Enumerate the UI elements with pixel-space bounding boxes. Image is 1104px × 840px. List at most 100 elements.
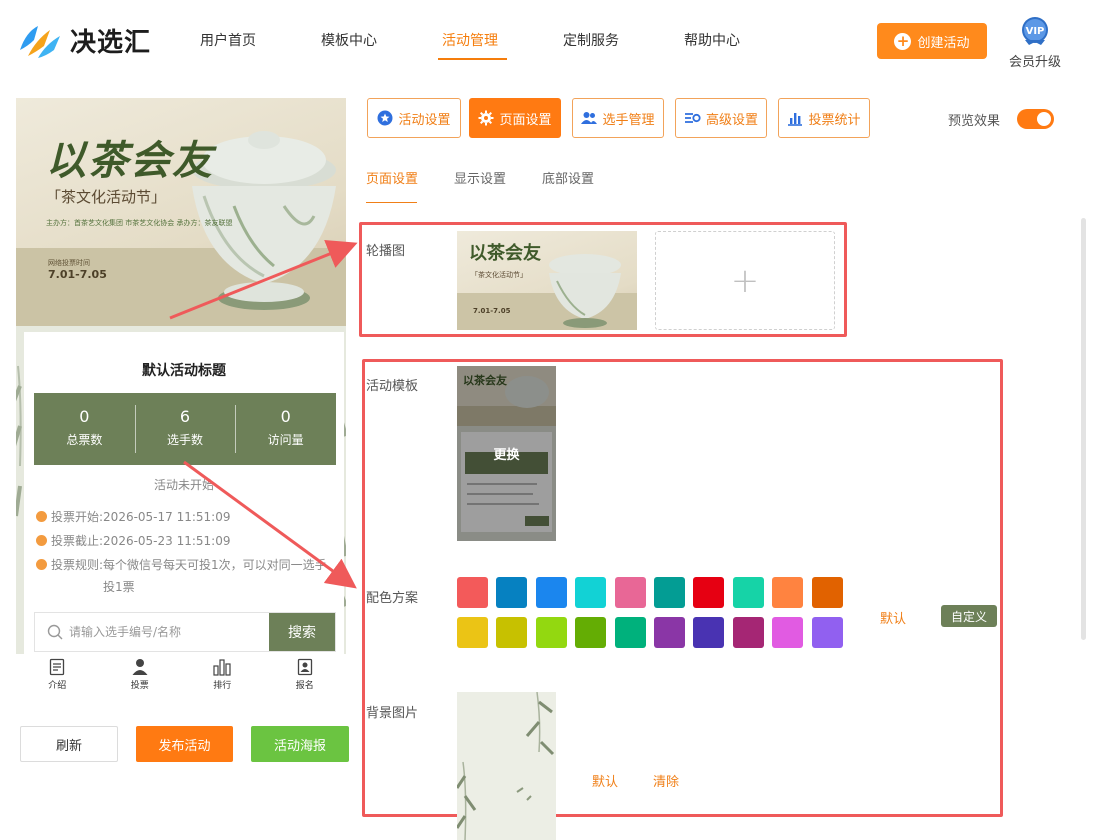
search-icon	[35, 613, 63, 651]
tool-label: 投票统计	[808, 112, 861, 128]
preview-banner: 以茶会友 「茶文化活动节」 主办方：首茶艺文化集团 市茶艺文化协会 承办方：茶友…	[16, 98, 346, 326]
vote-end-value: 2026-05-23 11:51:09	[103, 534, 231, 548]
template-thumbnail[interactable]: 以茶会友 更换	[457, 366, 556, 541]
tool-vote-statistics[interactable]: 投票统计	[778, 98, 870, 138]
background-thumbnail[interactable]	[457, 692, 556, 840]
stat-label: 总票数	[66, 433, 103, 447]
banner-subtitle: 「茶文化活动节」	[46, 188, 167, 206]
create-activity-label: 创建活动	[917, 35, 970, 51]
tool-label: 选手管理	[602, 112, 655, 128]
tool-page-settings[interactable]: 页面设置	[469, 98, 561, 138]
nav-item-templates[interactable]: 模板中心	[321, 30, 442, 50]
vote-end-info: 投票截止: 2026-05-23 11:51:09	[36, 530, 231, 552]
publish-activity-button[interactable]: 发布活动	[136, 726, 233, 762]
activity-poster-button[interactable]: 活动海报	[251, 726, 349, 762]
color-custom-button[interactable]: 自定义	[941, 605, 997, 627]
gear-icon	[478, 110, 494, 126]
color-swatch[interactable]	[575, 617, 607, 648]
vote-start-value: 2026-05-17 11:51:09	[103, 510, 231, 524]
tab-label: 报名	[295, 681, 314, 691]
color-swatch[interactable]	[772, 617, 804, 648]
tab-ranking[interactable]: 排行	[181, 654, 264, 698]
color-swatch[interactable]	[732, 617, 764, 648]
tool-contestant-manage[interactable]: 选手管理	[572, 98, 664, 138]
nav-item-home[interactable]: 用户首页	[200, 30, 321, 50]
tab-vote[interactable]: 投票	[99, 654, 182, 698]
preview-toggle[interactable]	[1017, 109, 1054, 129]
change-template-button[interactable]: 更换	[457, 444, 556, 463]
color-swatch[interactable]	[535, 577, 567, 608]
color-swatch[interactable]	[811, 617, 843, 648]
carousel-upload-button[interactable]: +	[655, 231, 835, 330]
nav-item-help[interactable]: 帮助中心	[684, 30, 805, 50]
color-swatch[interactable]	[693, 617, 725, 648]
carousel-image-thumbnail[interactable]: 以茶会友 「茶文化活动节」 7.01-7.05	[457, 231, 637, 330]
color-default-link[interactable]: 默认	[880, 608, 906, 627]
stat-total-votes: 0 总票数	[34, 393, 135, 465]
users-icon	[581, 112, 598, 124]
tool-advanced-settings[interactable]: 高级设置	[675, 98, 767, 138]
subtab-page-settings[interactable]: 页面设置	[366, 168, 418, 187]
nav-item-activity-manage[interactable]: 活动管理	[442, 30, 563, 50]
stat-value: 0	[280, 407, 291, 426]
color-scheme-label: 配色方案	[366, 591, 419, 606]
activity-title: 默认活动标题	[142, 363, 226, 379]
search-button[interactable]: 搜索	[269, 613, 335, 651]
banner-date-label: 网络投票时间	[48, 259, 90, 267]
color-swatch[interactable]	[654, 617, 685, 648]
color-swatch[interactable]	[535, 617, 567, 648]
stat-label: 访问量	[267, 433, 304, 447]
color-swatch[interactable]	[457, 577, 488, 608]
color-swatch[interactable]	[496, 617, 528, 648]
tab-intro[interactable]: 介绍	[16, 654, 99, 698]
color-swatch[interactable]	[811, 577, 843, 608]
brand-logo[interactable]: 决选汇	[16, 20, 151, 60]
ranking-icon	[213, 659, 231, 676]
nav-item-custom-service[interactable]: 定制服务	[563, 30, 684, 50]
color-swatch[interactable]	[496, 577, 528, 608]
vip-badge-icon: VIP	[1022, 17, 1048, 45]
settings-scrollbar[interactable]	[1081, 218, 1086, 640]
logo-mark-icon	[20, 26, 60, 58]
carousel-thumbnail-subtitle: 「茶文化活动节」	[471, 270, 527, 279]
bar-chart-icon	[788, 113, 803, 126]
vip-upgrade[interactable]: VIP 会员升级	[1006, 16, 1064, 70]
tool-activity-settings[interactable]: 活动设置	[367, 98, 461, 138]
banner-organizers: 主办方：首茶艺文化集团 市茶艺文化协会 承办方：茶友联盟	[46, 219, 233, 227]
color-swatch[interactable]	[614, 577, 646, 608]
search-input[interactable]	[63, 613, 269, 651]
main-nav: 用户首页 模板中心 活动管理 定制服务 帮助中心	[200, 30, 805, 50]
subtab-footer-settings[interactable]: 底部设置	[542, 168, 594, 187]
subtab-display-settings[interactable]: 显示设置	[454, 168, 506, 187]
brand-name: 决选汇	[70, 27, 152, 58]
background-default-link[interactable]: 默认	[592, 771, 618, 790]
color-swatch[interactable]	[457, 617, 488, 648]
color-swatch[interactable]	[732, 577, 764, 608]
tab-signup[interactable]: 报名	[264, 654, 347, 698]
color-swatch[interactable]	[772, 577, 804, 608]
mobile-preview: 以茶会友 「茶文化活动节」 主办方：首茶艺文化集团 市茶艺文化协会 承办方：茶友…	[16, 98, 346, 654]
carousel-thumbnail-date: 7.01-7.05	[473, 307, 511, 315]
bullet-icon	[36, 535, 47, 546]
vip-label: 会员升级	[1008, 55, 1061, 70]
page: 决选汇 用户首页 模板中心 活动管理 定制服务 帮助中心 + 创建活动 VIP …	[0, 0, 1104, 840]
color-swatch[interactable]	[575, 577, 607, 608]
bullet-icon	[36, 511, 47, 522]
color-swatch[interactable]	[654, 577, 685, 608]
vote-end-key: 投票截止:	[51, 534, 104, 548]
create-activity-button[interactable]: + 创建活动	[877, 23, 987, 59]
star-icon	[377, 110, 393, 126]
document-icon	[50, 658, 65, 676]
vote-rule-info: 投票规则: 每个微信号每天可投1次，可以对同一选手投1票	[36, 554, 332, 598]
refresh-button[interactable]: 刷新	[20, 726, 118, 762]
carousel-label: 轮播图	[366, 244, 406, 259]
subtab-active-indicator	[366, 202, 417, 203]
color-swatch[interactable]	[614, 617, 646, 648]
background-clear-link[interactable]: 清除	[653, 771, 679, 790]
stat-visits: 0 访问量	[235, 393, 336, 465]
background-label: 背景图片	[366, 706, 419, 721]
vote-start-key: 投票开始:	[51, 510, 104, 524]
template-label: 活动模板	[366, 379, 419, 394]
color-swatch[interactable]	[693, 577, 725, 608]
vip-badge-text: VIP	[1026, 26, 1045, 37]
